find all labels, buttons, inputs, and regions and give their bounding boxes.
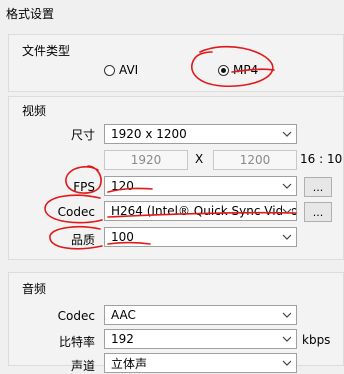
video-codec-dropdown[interactable]: H264 (Intel® Quick Sync Video) — [104, 201, 297, 221]
radio-avi[interactable]: AVI — [104, 63, 138, 77]
size-label: 尺寸 — [70, 128, 95, 142]
size-x-separator: X — [195, 152, 204, 166]
radio-avi-indicator — [104, 64, 115, 76]
size-dropdown-value: 1920 x 1200 — [111, 127, 187, 141]
radio-avi-label: AVI — [119, 63, 139, 77]
chevron-down-icon — [282, 336, 292, 342]
radio-mp4[interactable]: MP4 — [218, 63, 258, 77]
fps-label: FPS — [73, 180, 95, 194]
aspect-ratio-text: 16 : 10 — [300, 152, 343, 166]
file-type-group-label: 文件类型 — [22, 44, 71, 58]
video-codec-label: Codec — [57, 205, 95, 219]
chevron-down-icon — [282, 312, 292, 318]
channel-dropdown-value: 立体声 — [111, 356, 148, 371]
chevron-down-icon — [282, 206, 292, 216]
bitrate-dropdown[interactable]: 192 — [104, 329, 297, 349]
radio-mp4-label: MP4 — [233, 63, 259, 77]
audio-codec-dropdown[interactable]: AAC — [104, 305, 297, 325]
fps-dropdown-value: 120 — [111, 179, 134, 193]
bitrate-unit: kbps — [302, 333, 331, 347]
bitrate-dropdown-value: 192 — [111, 332, 134, 346]
fps-more-button[interactable]: ... — [304, 177, 332, 197]
chevron-down-icon — [282, 360, 292, 366]
quality-dropdown-value: 100 — [111, 230, 134, 244]
chevron-down-icon — [282, 234, 292, 240]
codec-more-button[interactable]: ... — [304, 202, 332, 222]
fps-dropdown[interactable]: 120 — [104, 176, 297, 196]
radio-mp4-indicator — [218, 64, 229, 76]
channel-dropdown[interactable]: 立体声 — [104, 353, 297, 373]
window-title: 格式设置 — [6, 7, 55, 21]
quality-label: 品质 — [70, 233, 95, 247]
chevron-down-icon — [282, 183, 292, 189]
chevron-down-icon — [282, 131, 292, 137]
video-group-label: 视频 — [22, 104, 47, 118]
height-field: 1200 — [213, 150, 297, 170]
size-dropdown[interactable]: 1920 x 1200 — [104, 124, 297, 144]
quality-dropdown[interactable]: 100 — [104, 227, 297, 247]
width-field: 1920 — [104, 150, 188, 170]
audio-codec-label: Codec — [57, 309, 95, 323]
video-codec-value: H264 (Intel® Quick Sync Video) — [111, 204, 297, 218]
audio-group-label: 音频 — [22, 282, 47, 296]
bitrate-label: 比特率 — [58, 335, 95, 349]
audio-codec-value: AAC — [111, 308, 136, 322]
